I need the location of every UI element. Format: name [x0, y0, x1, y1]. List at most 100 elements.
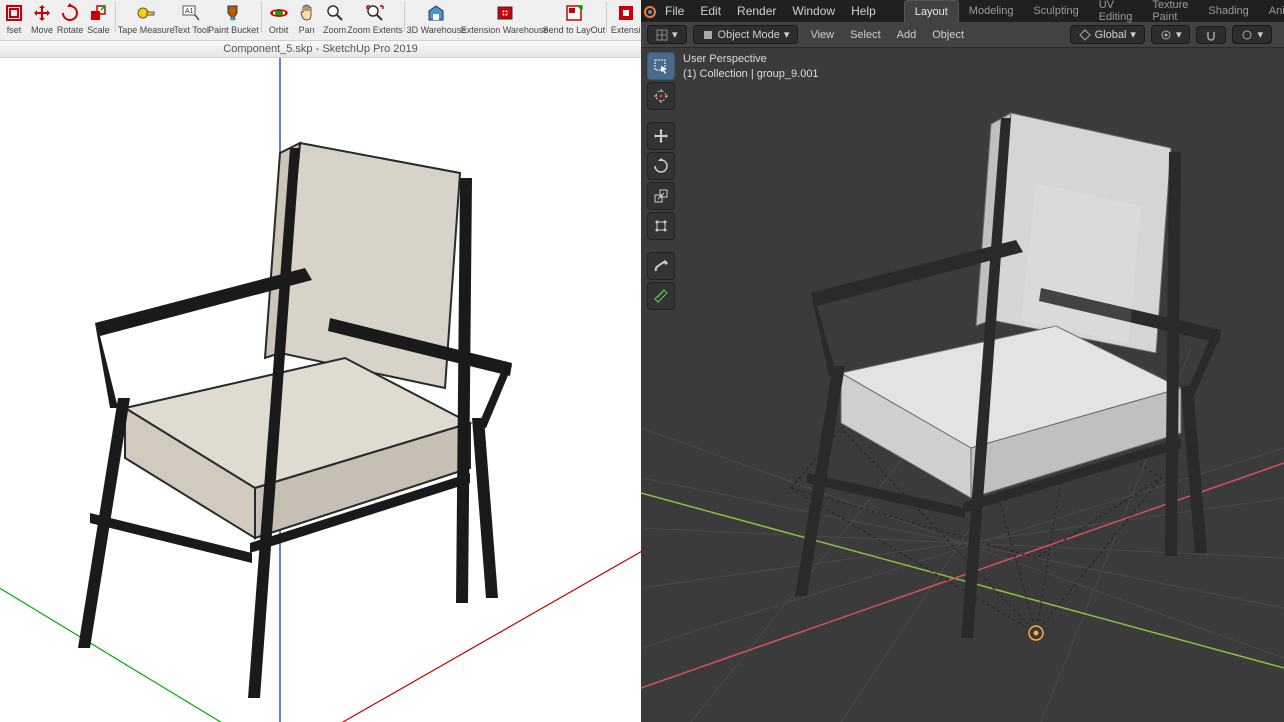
sketchup-titlebar: Component_5.skp - SketchUp Pro 2019	[0, 40, 641, 58]
separator	[606, 2, 607, 32]
su-tool-scale[interactable]: Scale	[84, 2, 112, 35]
pivot-button[interactable]: ▾	[1151, 25, 1191, 44]
su-tool-offset[interactable]: fset	[0, 2, 28, 35]
su-tool-label: fset	[7, 25, 22, 35]
header-add[interactable]: Add	[891, 27, 923, 43]
transform-icon	[653, 218, 669, 234]
su-tool-label: Orbit	[269, 25, 289, 35]
select-box-icon	[653, 58, 669, 74]
su-tool-label: Send to LayOut	[543, 25, 606, 35]
warehouse-icon	[425, 2, 447, 24]
tab-modeling[interactable]: Modeling	[959, 0, 1024, 22]
tool-measure[interactable]	[647, 282, 675, 310]
header-object[interactable]: Object	[926, 27, 970, 43]
su-tool-label: Zoom Extents	[347, 25, 403, 35]
tool-transform[interactable]	[647, 212, 675, 240]
su-tool-label: Zoom	[323, 25, 346, 35]
su-tool-label: Extension Warehouse	[461, 25, 549, 35]
su-tool-label: Pan	[299, 25, 315, 35]
spacer	[647, 112, 675, 120]
su-tool-pan[interactable]: Pan	[293, 2, 321, 35]
move-icon	[653, 128, 669, 144]
su-tool-text[interactable]: A1 Text Tool	[173, 2, 209, 35]
su-tool-tape[interactable]: Tape Measure	[119, 2, 173, 35]
orientation-label: Global	[1095, 29, 1127, 41]
su-tool-rotate[interactable]: Rotate	[56, 2, 84, 35]
tab-sculpting[interactable]: Sculpting	[1023, 0, 1088, 22]
spacer	[647, 242, 675, 250]
chevron-down-icon: ▾	[784, 28, 790, 41]
text-icon: A1	[180, 2, 202, 24]
zoom-icon	[324, 2, 346, 24]
tool-move[interactable]	[647, 122, 675, 150]
orientation-selector[interactable]: Global ▾	[1070, 25, 1145, 44]
su-tool-ext[interactable]: Extensi	[610, 2, 641, 35]
su-tool-label: Scale	[87, 25, 110, 35]
tab-uv-editing[interactable]: UV Editing	[1089, 0, 1143, 22]
viewport-info: User Perspective (1) Collection | group_…	[683, 52, 819, 83]
menu-render[interactable]: Render	[729, 4, 784, 18]
ext-icon	[615, 2, 637, 24]
editor-type-button[interactable]: ▾	[647, 25, 687, 44]
pan-icon	[296, 2, 318, 24]
sketchup-pane: fset Move RotateScale Tape Measure A1 Text To…	[0, 0, 641, 722]
scale-icon	[87, 2, 109, 24]
separator	[261, 2, 262, 32]
su-tool-move[interactable]: Move	[28, 2, 56, 35]
ext-wh-icon	[494, 2, 516, 24]
snap-button[interactable]	[1196, 26, 1226, 44]
su-tool-paint[interactable]: Paint Bucket	[209, 2, 258, 35]
separator	[404, 2, 405, 32]
su-tool-zoom[interactable]: Zoom	[321, 2, 349, 35]
proportional-edit-button[interactable]: ▾	[1232, 25, 1272, 44]
blender-viewport[interactable]	[641, 48, 1284, 722]
header-select[interactable]: Select	[844, 27, 887, 43]
chevron-down-icon: ▾	[672, 28, 678, 41]
blender-pane: FileEditRenderWindowHelp LayoutModelingS…	[641, 0, 1284, 722]
workspace-tabs: LayoutModelingSculptingUV EditingTexture…	[904, 0, 1284, 22]
blender-menubar: FileEditRenderWindowHelp LayoutModelingS…	[641, 0, 1284, 22]
menu-file[interactable]: File	[657, 4, 692, 18]
window-title: Component_5.skp - SketchUp Pro 2019	[223, 43, 417, 55]
menu-window[interactable]: Window	[784, 4, 843, 18]
su-tool-ext-wh[interactable]: Extension Warehouse	[465, 2, 545, 35]
menu-help[interactable]: Help	[843, 4, 884, 18]
su-tool-label: Move	[31, 25, 53, 35]
su-tool-orbit[interactable]: Orbit	[265, 2, 293, 35]
tool-select-box[interactable]	[647, 52, 675, 80]
info-perspective: User Perspective	[683, 52, 819, 67]
measure-icon	[653, 288, 669, 304]
su-tool-label: Text Tool	[174, 25, 209, 35]
tool-scale[interactable]	[647, 182, 675, 210]
blender-header: ▾ Object Mode ▾ ViewSelectAddObject Glob…	[641, 22, 1284, 48]
separator	[115, 2, 116, 32]
scale-icon	[653, 188, 669, 204]
mode-selector[interactable]: Object Mode ▾	[693, 25, 799, 44]
paint-icon	[222, 2, 244, 24]
sketchup-viewport[interactable]	[0, 58, 641, 722]
blender-toolbar	[647, 52, 675, 310]
tab-animation[interactable]: Animation	[1259, 0, 1284, 22]
tab-shading[interactable]: Shading	[1198, 0, 1258, 22]
su-tool-warehouse[interactable]: 3D Warehouse	[408, 2, 464, 35]
tool-cursor[interactable]	[647, 82, 675, 110]
tape-icon	[135, 2, 157, 24]
su-tool-layout[interactable]: Send to LayOut	[545, 2, 604, 35]
su-tool-label: Paint Bucket	[208, 25, 259, 35]
zoom-ext-icon	[364, 2, 386, 24]
menu-edit[interactable]: Edit	[692, 4, 729, 18]
annotate-icon	[653, 258, 669, 274]
info-collection: (1) Collection | group_9.001	[683, 67, 819, 82]
header-view[interactable]: View	[804, 27, 840, 43]
su-tool-label: Tape Measure	[118, 25, 175, 35]
tab-layout[interactable]: Layout	[904, 0, 959, 22]
svg-text:A1: A1	[185, 8, 194, 15]
su-tool-zoom-ext[interactable]: Zoom Extents	[349, 2, 402, 35]
move-icon	[31, 2, 53, 24]
blender-logo-icon	[641, 3, 657, 19]
rotate-icon	[653, 158, 669, 174]
tool-annotate[interactable]	[647, 252, 675, 280]
su-tool-label: Rotate	[57, 25, 84, 35]
tool-rotate[interactable]	[647, 152, 675, 180]
tab-texture-paint[interactable]: Texture Paint	[1142, 0, 1198, 22]
